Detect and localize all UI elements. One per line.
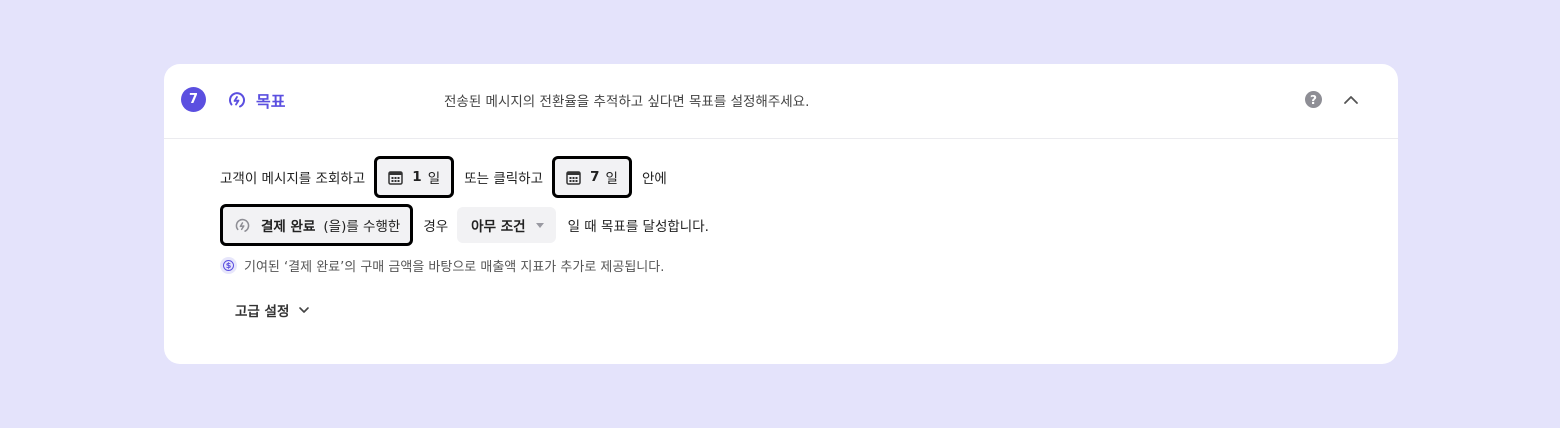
- calendar-icon: [566, 170, 581, 185]
- advanced-settings-label: 고급 설정: [235, 304, 290, 320]
- revenue-info-note: $ 기여된 ‘결제 완료’의 구매 금액을 바탕으로 매출액 지표가 추가로 제…: [220, 256, 664, 275]
- event-selector[interactable]: 결제 완료 (을)를 수행한: [220, 204, 414, 246]
- goal-icon: [229, 92, 245, 108]
- within-text: 안에: [642, 171, 667, 187]
- condition-prefix-text: 고객이 메시지를 조회하고: [220, 171, 366, 187]
- caret-down-icon: [535, 222, 544, 228]
- section-description: 전송된 메시지의 전환율을 추적하고 싶다면 목표를 설정해주세요.: [444, 94, 810, 110]
- card-header: 7 목표 전송된 메시지의 전환율을 추적하고 싶다면 목표를 설정해주세요. …: [164, 64, 1398, 139]
- day-unit-label: 일: [427, 171, 441, 187]
- condition-dropdown-value: 아무 조건: [471, 219, 526, 235]
- dollar-icon: $: [220, 257, 237, 274]
- event-suffix-text: (을)를 수행한: [323, 219, 401, 235]
- chevron-up-icon[interactable]: [1341, 90, 1361, 110]
- click-days-value: 7: [590, 169, 600, 185]
- view-days-value: 1: [412, 169, 422, 185]
- step-number-badge: 7: [181, 87, 206, 112]
- goal-card: 7 목표 전송된 메시지의 전환율을 추적하고 싶다면 목표를 설정해주세요. …: [164, 64, 1398, 364]
- revenue-info-text: 기여된 ‘결제 완료’의 구매 금액을 바탕으로 매출액 지표가 추가로 제공됩…: [244, 260, 665, 275]
- case-text: 경우: [423, 219, 449, 235]
- goal-achieved-text: 일 때 목표를 달성합니다.: [567, 219, 709, 235]
- advanced-settings-toggle[interactable]: 고급 설정: [235, 300, 311, 320]
- goal-event-icon: [235, 218, 250, 232]
- help-icon[interactable]: ?: [1305, 91, 1322, 108]
- view-days-selector[interactable]: 1 일: [374, 156, 455, 198]
- or-click-text: 또는 클릭하고: [464, 171, 544, 187]
- click-days-selector[interactable]: 7 일: [552, 156, 633, 198]
- condition-row-time: 고객이 메시지를 조회하고 1 일 또는 클릭하고 7 일 안에: [220, 156, 676, 198]
- chevron-down-icon: [299, 307, 310, 313]
- calendar-icon: [388, 170, 404, 185]
- condition-dropdown[interactable]: 아무 조건: [457, 207, 556, 243]
- event-name: 결제 완료: [261, 219, 316, 235]
- condition-row-event: 결제 완료 (을)를 수행한 경우 아무 조건 일 때 목표를 달성합니다.: [220, 204, 718, 246]
- day-unit-label: 일: [605, 171, 618, 187]
- section-title: 목표: [256, 92, 286, 111]
